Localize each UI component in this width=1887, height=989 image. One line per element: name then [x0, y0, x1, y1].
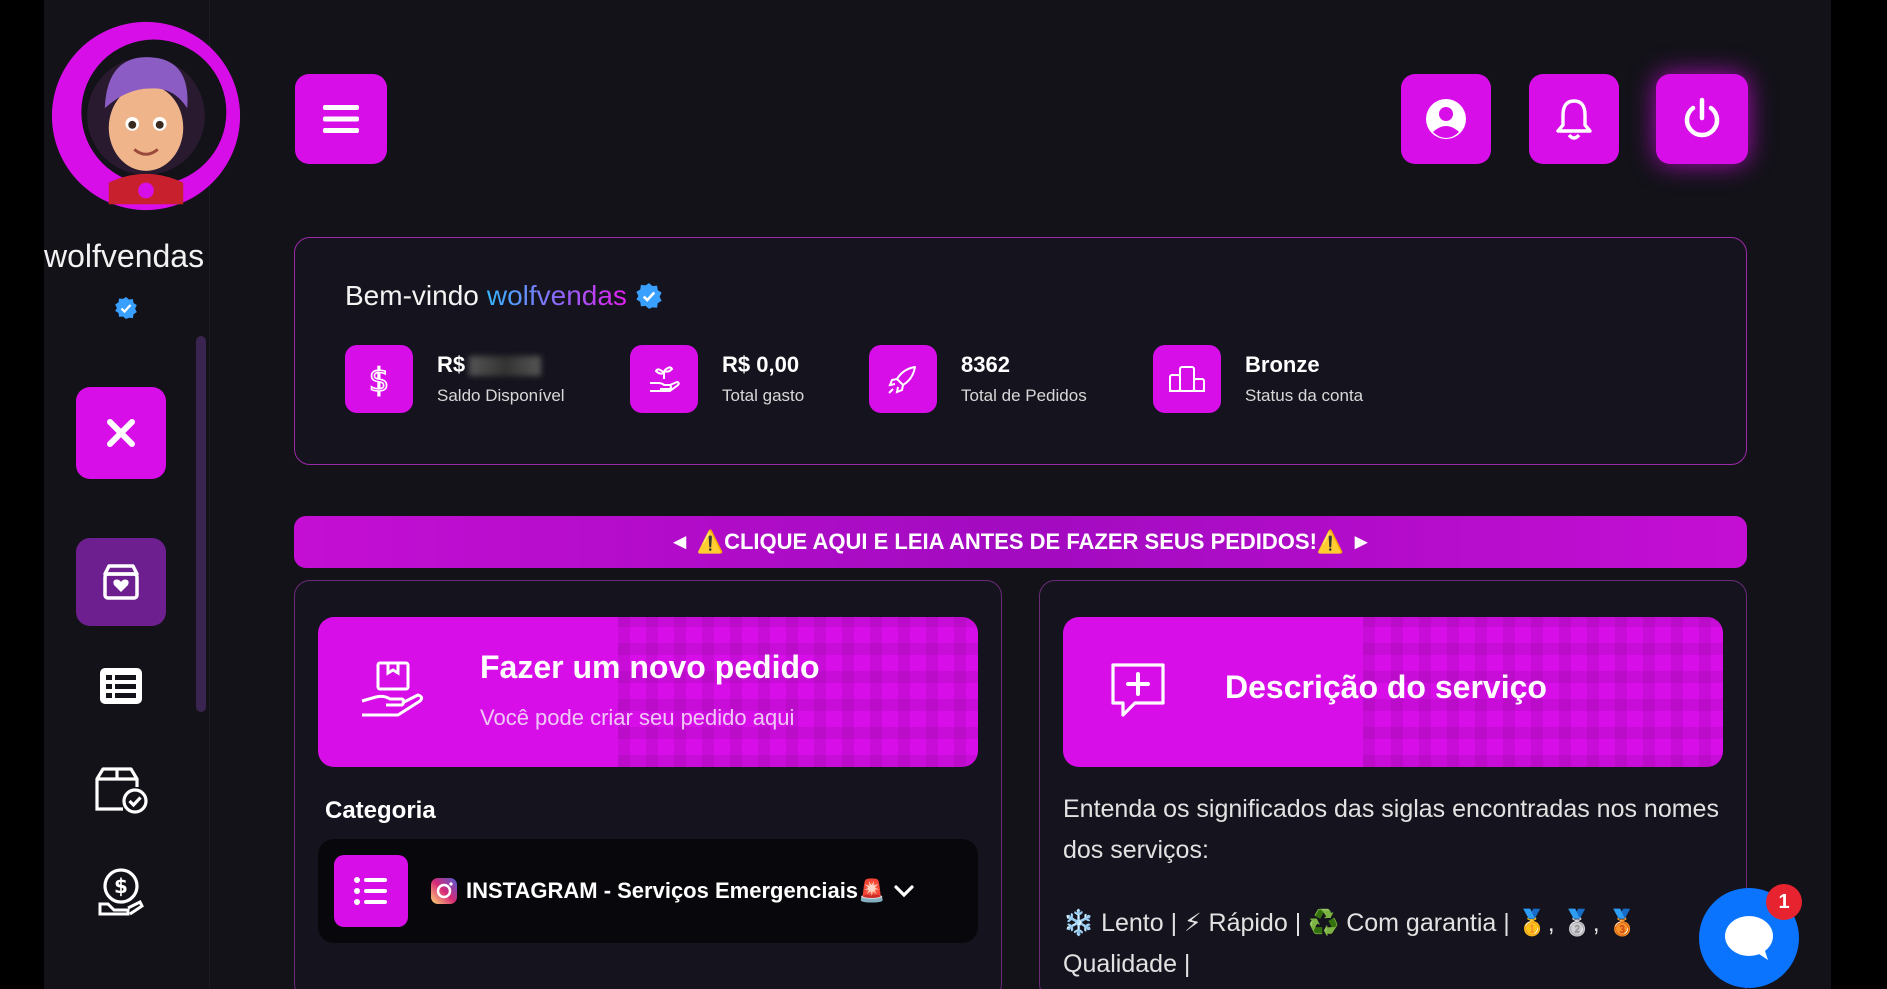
welcome-greeting: Bem-vindo — [345, 280, 479, 311]
service-description-text: Entenda os significados das siglas encon… — [1063, 795, 1719, 864]
list-icon — [100, 668, 142, 704]
hamburger-icon — [323, 105, 359, 133]
sidebar-item-orders[interactable] — [76, 646, 166, 726]
sidebar-item-shop[interactable] — [76, 538, 166, 626]
hidden-balance-blur — [469, 356, 542, 377]
category-select-text: INSTAGRAM - Serviços Emergenciais🚨 — [466, 878, 886, 903]
profile-button[interactable] — [1401, 74, 1491, 164]
notifications-button[interactable] — [1529, 74, 1619, 164]
rocket-icon — [869, 345, 937, 413]
sidebar-item-funds[interactable]: $ — [76, 852, 166, 932]
new-order-subtitle: Você pode criar seu pedido aqui — [480, 705, 795, 730]
close-sidebar-button[interactable] — [76, 387, 166, 479]
chat-bubble-icon — [1725, 916, 1773, 960]
box-check-icon — [95, 767, 148, 814]
chat-unread-badge: 1 — [1766, 884, 1802, 920]
welcome-card: Bem-vindo wolfvendas $ R$ Saldo Disponív… — [294, 237, 1747, 465]
sidebar-username: wolfvendas — [44, 238, 205, 274]
user-circle-icon — [1426, 99, 1466, 139]
svg-text:$: $ — [369, 361, 389, 397]
service-legend-text: ❄️ Lento | ⚡ Rápido | ♻️ Com garantia | … — [1063, 909, 1638, 978]
svg-text:$: $ — [114, 874, 128, 898]
hand-box-icon — [361, 661, 424, 717]
shopping-box-heart-icon — [103, 564, 139, 600]
menu-button[interactable] — [295, 74, 387, 164]
new-order-title: Fazer um novo pedido — [480, 649, 820, 685]
instagram-icon — [431, 878, 457, 904]
stat-total-orders: 8362 Total de Pedidos — [869, 345, 1087, 413]
chevron-down-icon — [894, 885, 915, 898]
hand-plant-icon — [630, 345, 698, 413]
stat-total-spent-label: Total gasto — [722, 386, 805, 405]
dollar-icon: $ — [345, 345, 413, 413]
category-select[interactable]: INSTAGRAM - Serviços Emergenciais🚨 — [318, 839, 978, 943]
sidebar-item-completed[interactable] — [76, 750, 166, 830]
logout-button[interactable] — [1656, 74, 1748, 164]
category-select-value: INSTAGRAM - Serviços Emergenciais🚨 — [430, 877, 915, 905]
bell-icon — [1556, 99, 1592, 140]
user-avatar[interactable] — [48, 18, 244, 214]
service-description-panel: Descrição do serviço Entenda os signific… — [1039, 580, 1747, 989]
stat-balance-value: R$ — [437, 352, 466, 377]
app-window: wolfvendas $ Bem-vindo wolfvendas $ R$ S… — [44, 0, 1831, 989]
stat-balance-label: Saldo Disponível — [437, 386, 565, 405]
sidebar: wolfvendas $ — [44, 0, 241, 989]
welcome-username: wolfvendas — [486, 280, 627, 311]
message-plus-icon — [1111, 663, 1165, 717]
list-icon — [334, 855, 408, 927]
podium-icon — [1153, 345, 1221, 413]
verified-badge-icon — [115, 297, 137, 319]
category-label: Categoria — [325, 797, 436, 824]
service-description-header: Descrição do serviço — [1063, 617, 1723, 767]
welcome-title: Bem-vindo wolfvendas — [345, 280, 663, 312]
stat-account-status-value: Bronze — [1245, 352, 1320, 377]
close-icon — [107, 419, 135, 447]
stat-account-status-label: Status da conta — [1245, 386, 1364, 405]
sidebar-scrollbar[interactable] — [196, 336, 206, 712]
verified-badge-icon — [636, 283, 662, 309]
new-order-header: Fazer um novo pedido Você pode criar seu… — [318, 617, 978, 767]
service-description-title: Descrição do serviço — [1225, 669, 1547, 705]
stat-total-orders-label: Total de Pedidos — [961, 386, 1087, 405]
new-order-panel: Fazer um novo pedido Você pode criar seu… — [294, 580, 1002, 989]
stat-balance: $ R$ Saldo Disponível — [345, 345, 565, 413]
stat-total-spent-value: R$ 0,00 — [722, 352, 800, 377]
stat-total-spent: R$ 0,00 Total gasto — [630, 345, 804, 413]
stat-account-status: Bronze Status da conta — [1153, 345, 1363, 413]
power-icon — [1684, 97, 1720, 138]
stat-total-orders-value: 8362 — [961, 352, 1010, 377]
money-bag-icon: $ — [98, 868, 144, 916]
read-before-order-banner[interactable]: ◄ ⚠️CLIQUE AQUI E LEIA ANTES DE FAZER SE… — [294, 516, 1747, 568]
